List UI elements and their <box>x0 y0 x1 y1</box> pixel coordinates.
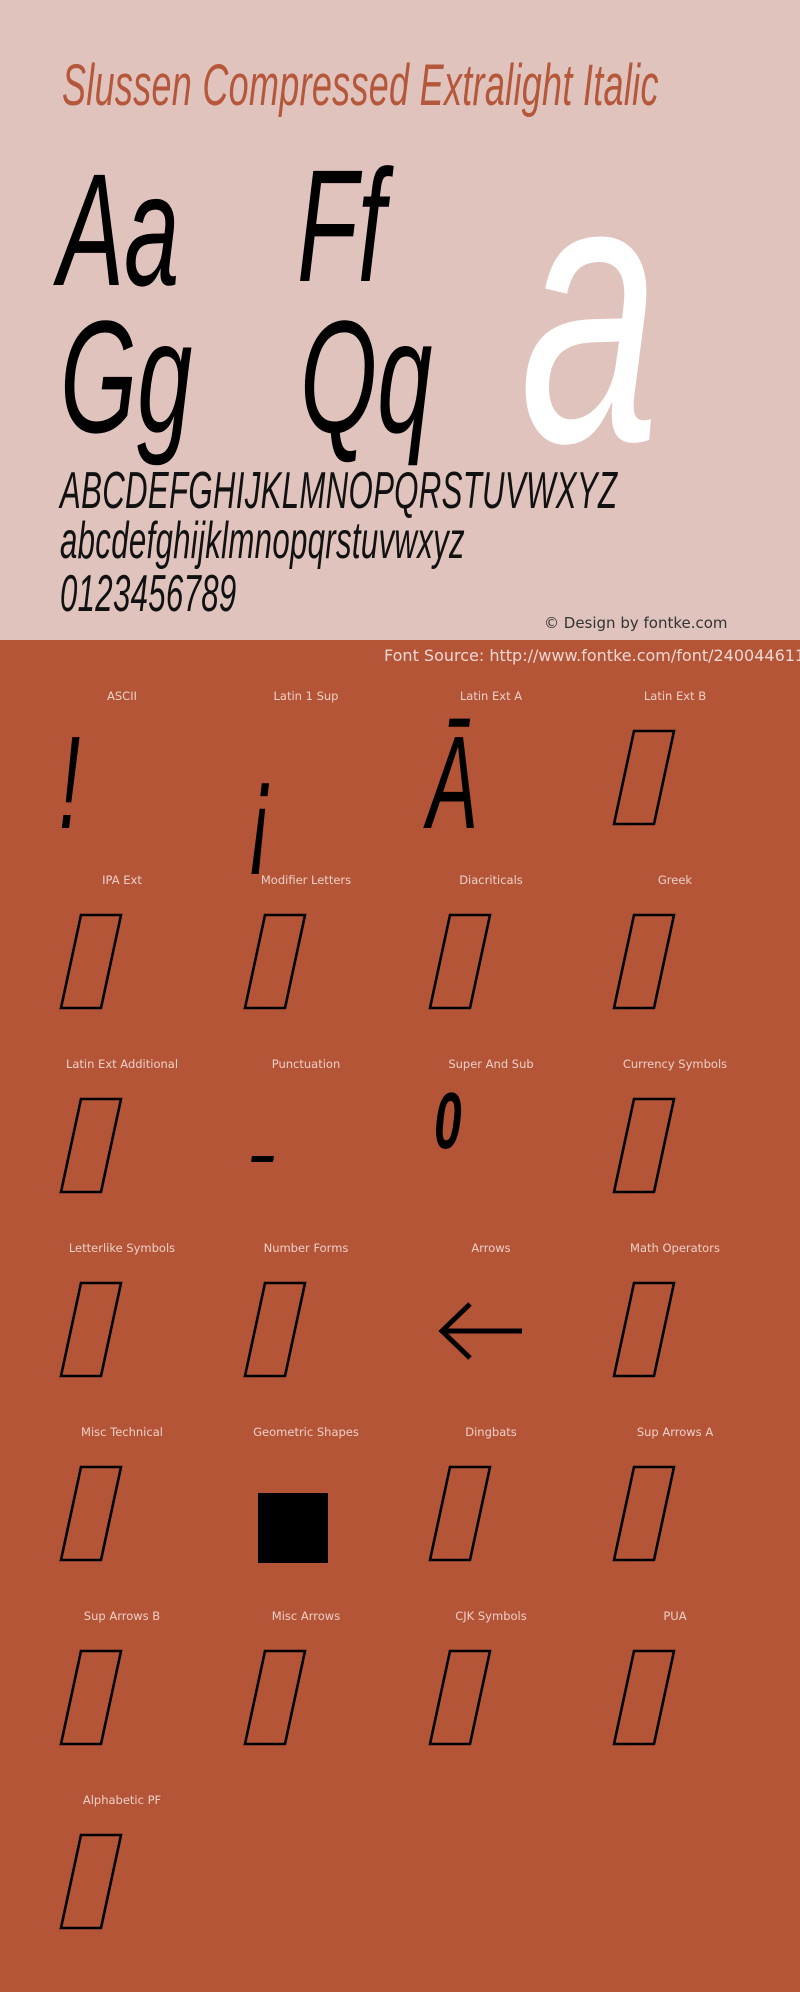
block-sample: 0 <box>434 1077 462 1166</box>
unicode-block-cell: Greek <box>597 873 781 1064</box>
unicode-block-cell: Super And Sub 0 <box>413 1057 597 1248</box>
block-sample <box>59 1649 123 1746</box>
block-sample: ! <box>59 708 80 856</box>
block-sample <box>612 1281 676 1378</box>
unicode-block-cell: Latin Ext Additional <box>44 1057 228 1248</box>
unicode-block-cell: Letterlike Symbols <box>44 1241 228 1432</box>
missing-glyph-box-icon <box>428 913 492 1010</box>
glyph-pair-aa: Aa <box>58 140 180 319</box>
unicode-block-cell: Latin Ext AĀ <box>413 689 597 880</box>
block-sample-glyph: ¡ <box>249 733 274 881</box>
unicode-block-cell: Currency Symbols <box>597 1057 781 1248</box>
unicode-block-cell: Alphabetic PF <box>44 1793 228 1984</box>
digits: 0123456789 <box>60 565 237 623</box>
block-sample <box>612 729 676 826</box>
unicode-block-cell: Modifier Letters <box>228 873 412 1064</box>
missing-glyph-box-icon <box>59 1097 123 1194</box>
glyph-pair-gg: Gg <box>60 287 193 466</box>
missing-glyph-box-icon <box>59 913 123 1010</box>
block-sample <box>428 1465 492 1562</box>
lowercase-alphabet: abcdefghijklmnopqrstuvwxyz <box>60 512 465 570</box>
missing-glyph-box-icon <box>243 913 307 1010</box>
left-arrow-icon <box>438 1302 522 1360</box>
unicode-block-cell: Punctuation <box>228 1057 412 1248</box>
glyph-pair-ff: Ff <box>297 136 386 315</box>
unicode-block-cell: Math Operators <box>597 1241 781 1432</box>
block-sample-glyph: ! <box>59 708 80 856</box>
specimen-panel: Slussen Compressed Extralight Italic Aa … <box>0 0 800 640</box>
missing-glyph-box-icon <box>428 1465 492 1562</box>
block-sample <box>59 913 123 1010</box>
black-square-icon <box>258 1493 328 1563</box>
missing-glyph-box-icon <box>59 1649 123 1746</box>
block-sample <box>59 1465 123 1562</box>
uppercase-alphabet: ABCDEFGHIJKLMNOPQRSTUVWXYZ <box>60 462 618 520</box>
block-sample: Ā <box>423 708 478 856</box>
font-source-link[interactable]: Font Source: http://www.fontke.com/font/… <box>384 646 800 665</box>
missing-glyph-box-icon <box>612 1465 676 1562</box>
block-sample <box>243 913 307 1010</box>
missing-glyph-box-icon <box>612 1281 676 1378</box>
block-sample <box>251 1156 274 1162</box>
missing-glyph-box-icon <box>612 729 676 826</box>
block-sample-hyphen <box>251 1156 274 1162</box>
unicode-block-cell: PUA <box>597 1609 781 1800</box>
unicode-block-cell: Misc Technical <box>44 1425 228 1616</box>
unicode-block-cell: ASCII! <box>44 689 228 880</box>
design-credit: © Design by fontke.com <box>544 614 728 632</box>
unicode-block-cell: Number Forms <box>228 1241 412 1432</box>
unicode-block-cell: Arrows <box>413 1241 597 1432</box>
unicode-block-cell: Diacriticals <box>413 873 597 1064</box>
block-sample <box>612 1097 676 1194</box>
glyph-pair-qq: Qq <box>300 287 433 466</box>
unicode-block-cell: Misc Arrows <box>228 1609 412 1800</box>
unicode-block-cell: Dingbats <box>413 1425 597 1616</box>
block-sample <box>612 1649 676 1746</box>
unicode-block-cell: Sup Arrows B <box>44 1609 228 1800</box>
missing-glyph-box-icon <box>59 1465 123 1562</box>
block-sample <box>59 1281 123 1378</box>
block-sample <box>258 1493 328 1563</box>
missing-glyph-box-icon <box>428 1649 492 1746</box>
block-sample-glyph: Ā <box>423 708 478 856</box>
unicode-block-cell: Sup Arrows A <box>597 1425 781 1616</box>
hero-glyph: a <box>520 97 660 522</box>
missing-glyph-box-icon <box>59 1281 123 1378</box>
block-sample <box>428 913 492 1010</box>
unicode-block-cell: Latin Ext B <box>597 689 781 880</box>
unicode-block-cell: CJK Symbols <box>413 1609 597 1800</box>
missing-glyph-box-icon <box>612 1097 676 1194</box>
missing-glyph-box-icon <box>59 1833 123 1930</box>
block-sample <box>428 1649 492 1746</box>
missing-glyph-box-icon <box>612 1649 676 1746</box>
block-sample <box>59 1833 123 1930</box>
block-sample <box>243 1649 307 1746</box>
block-sample-glyph: 0 <box>434 1077 462 1166</box>
block-sample <box>59 1097 123 1194</box>
unicode-block-cell: IPA Ext <box>44 873 228 1064</box>
unicode-block-cell: Geometric Shapes <box>228 1425 412 1616</box>
block-sample <box>612 1465 676 1562</box>
missing-glyph-box-icon <box>612 913 676 1010</box>
missing-glyph-box-icon <box>243 1281 307 1378</box>
block-sample: ¡ <box>249 733 274 881</box>
missing-glyph-box-icon <box>243 1649 307 1746</box>
block-sample <box>438 1302 522 1360</box>
block-sample <box>243 1281 307 1378</box>
block-sample <box>612 913 676 1010</box>
unicode-block-cell: Latin 1 Sup ¡ <box>228 689 412 881</box>
